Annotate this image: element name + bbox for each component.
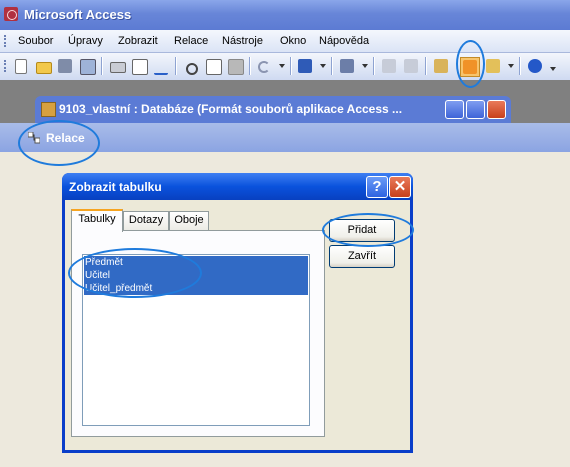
relationships-title: Relace — [46, 131, 85, 145]
code-icon[interactable] — [380, 57, 398, 75]
spellcheck-icon[interactable] — [152, 57, 170, 75]
dialog-body: Tabulky Dotazy Oboje Předmět Učitel Učit… — [65, 200, 410, 450]
list-item[interactable]: Předmět — [84, 256, 308, 269]
relationships-window-icon — [28, 132, 40, 144]
toolbar-options-icon[interactable] — [550, 67, 556, 71]
office-links-icon[interactable] — [296, 57, 314, 75]
toolbar-separator — [331, 57, 333, 75]
menu-zobrazit[interactable]: Zobrazit — [118, 35, 158, 47]
toolbar-separator — [175, 57, 177, 75]
app-titlebar: Microsoft Access — [0, 0, 570, 30]
toolbar-separator — [249, 57, 251, 75]
tables-listbox[interactable]: Předmět Učitel Učitel_předmět — [82, 254, 310, 426]
close-button[interactable] — [487, 100, 506, 119]
tab-panel: Předmět Učitel Učitel_předmět — [71, 230, 325, 437]
list-item[interactable]: Učitel — [84, 269, 308, 282]
menu-soubor[interactable]: Soubor — [18, 35, 53, 47]
tab-dotazy[interactable]: Dotazy — [123, 211, 169, 230]
minimize-button[interactable] — [445, 100, 464, 119]
relationships-titlebar: Relace — [0, 123, 570, 152]
app-title: Microsoft Access — [24, 7, 132, 22]
undo-icon[interactable] — [256, 57, 274, 75]
maximize-button[interactable] — [466, 100, 485, 119]
show-table-dialog: Zobrazit tabulku ? ✕ Tabulky Dotazy Oboj… — [62, 173, 413, 453]
menu-grip[interactable] — [4, 35, 8, 47]
help-button[interactable]: ? — [366, 176, 388, 198]
analyze-icon[interactable] — [338, 57, 356, 75]
menu-napoveda[interactable]: Nápověda — [319, 35, 369, 47]
copy-icon[interactable] — [204, 57, 222, 75]
toolbar — [0, 53, 570, 81]
tab-tabulky[interactable]: Tabulky — [71, 209, 123, 232]
dialog-close-button[interactable]: ✕ — [389, 176, 411, 198]
print-icon[interactable] — [108, 57, 126, 75]
toolbar-separator — [101, 57, 103, 75]
relationships-icon[interactable] — [460, 57, 480, 77]
dialog-titlebar: Zobrazit tabulku ? ✕ — [62, 173, 413, 200]
list-item[interactable]: Učitel_předmět — [84, 282, 308, 295]
access-app-icon — [4, 7, 18, 21]
toolbar-grip[interactable] — [4, 60, 8, 72]
database-window-title: 9103_vlastní : Databáze (Formát souborů … — [59, 102, 403, 116]
toolbar-separator — [519, 57, 521, 75]
undo-dropdown-icon[interactable] — [279, 64, 285, 68]
close-dialog-button[interactable]: Zavřít — [329, 245, 395, 268]
cut-icon[interactable] — [182, 57, 200, 75]
script-icon[interactable] — [402, 57, 420, 75]
paste-icon[interactable] — [226, 57, 244, 75]
menu-relace[interactable]: Relace — [174, 35, 208, 47]
add-button[interactable]: Přidat — [329, 219, 395, 242]
toolbar-separator — [373, 57, 375, 75]
save-icon[interactable] — [56, 57, 74, 75]
help-icon[interactable] — [526, 57, 544, 75]
new-object-icon[interactable] — [484, 57, 502, 75]
tab-oboje[interactable]: Oboje — [169, 211, 209, 230]
database-window-icon — [41, 102, 56, 117]
search-database-icon[interactable] — [78, 57, 96, 75]
office-links-dropdown-icon[interactable] — [320, 64, 326, 68]
print-preview-icon[interactable] — [130, 57, 148, 75]
menu-bar: Soubor Úpravy Zobrazit Relace Nástroje O… — [0, 30, 570, 53]
menu-nastroje[interactable]: Nástroje — [222, 35, 263, 47]
dialog-title: Zobrazit tabulku — [69, 180, 162, 194]
new-file-icon[interactable] — [12, 57, 30, 75]
analyze-dropdown-icon[interactable] — [362, 64, 368, 68]
toolbar-separator — [425, 57, 427, 75]
menu-upravy[interactable]: Úpravy — [68, 35, 103, 47]
open-folder-icon[interactable] — [34, 57, 52, 75]
toolbar-separator — [290, 57, 292, 75]
new-object-dropdown-icon[interactable] — [508, 64, 514, 68]
menu-okno[interactable]: Okno — [280, 35, 306, 47]
properties-icon[interactable] — [432, 57, 450, 75]
